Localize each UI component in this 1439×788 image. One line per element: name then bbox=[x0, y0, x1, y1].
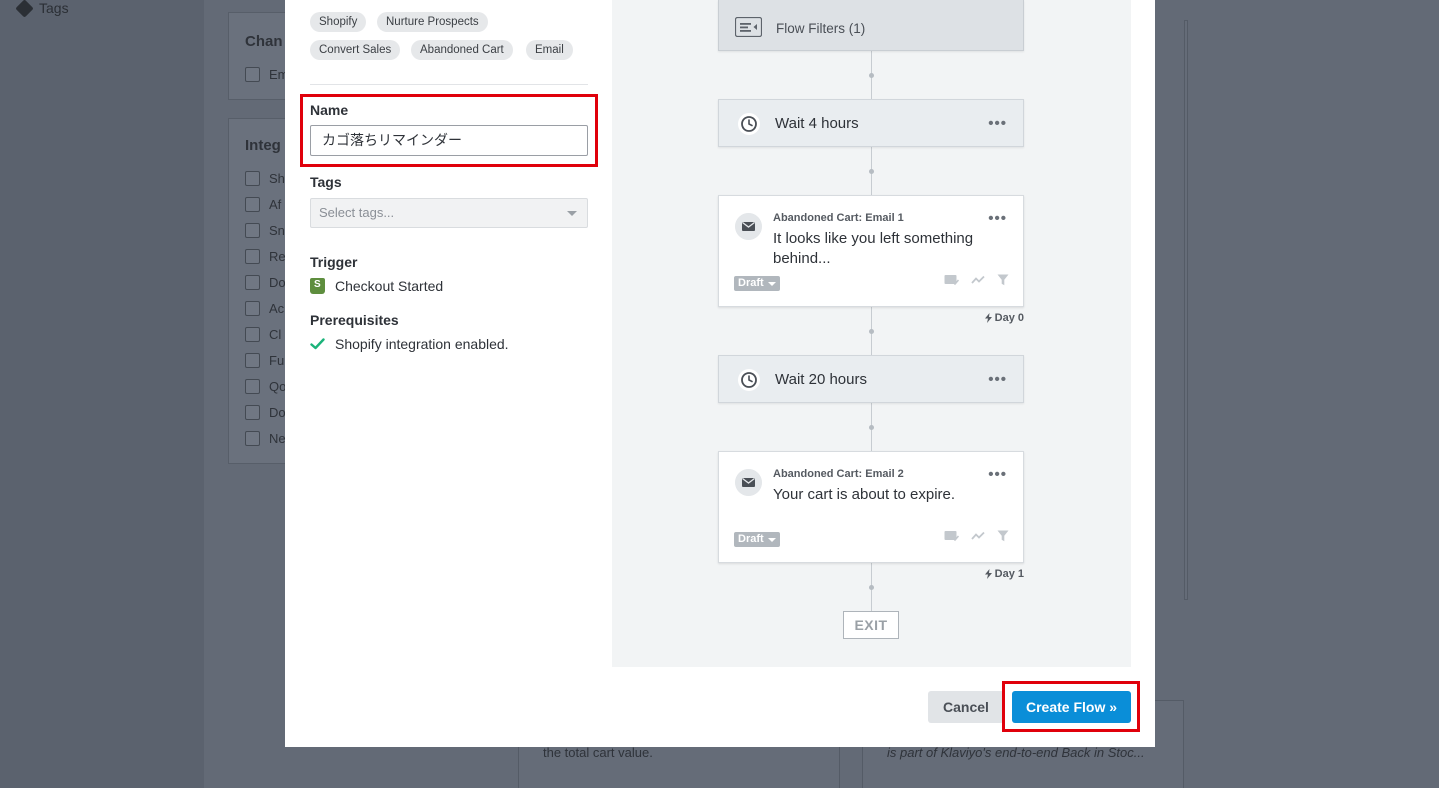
status-badge[interactable]: Draft bbox=[734, 532, 780, 547]
filter-label: Sn bbox=[269, 223, 285, 238]
smart-sending-icon[interactable] bbox=[944, 530, 959, 542]
background-sidebar: Tags bbox=[0, 0, 204, 788]
card-description: is part of Klaviyo's end-to-end Back in … bbox=[887, 745, 1145, 760]
caret-down-icon bbox=[567, 211, 577, 216]
more-options-icon[interactable]: ••• bbox=[988, 467, 1007, 482]
clock-icon bbox=[738, 369, 760, 391]
lightning-icon bbox=[984, 569, 992, 579]
flow-filters-label: Flow Filters (1) bbox=[776, 21, 866, 36]
filter-checkbox[interactable] bbox=[245, 327, 260, 342]
flow-connector-dot bbox=[869, 585, 874, 590]
status-badge[interactable]: Draft bbox=[734, 276, 780, 291]
filter-label: Fu bbox=[269, 353, 285, 368]
flow-filters-node[interactable]: Flow Filters (1) bbox=[718, 0, 1024, 51]
tag-icon bbox=[15, 0, 34, 18]
email-name: Abandoned Cart: Email 1 bbox=[773, 212, 904, 224]
tags-placeholder: Select tags... bbox=[319, 205, 395, 220]
chip-abandoned-cart: Abandoned Cart bbox=[411, 40, 513, 60]
chip-email: Email bbox=[526, 40, 573, 60]
day-marker: Day 1 bbox=[984, 568, 1024, 580]
tags-select[interactable]: Select tags... bbox=[310, 198, 588, 228]
more-options-icon[interactable]: ••• bbox=[988, 116, 1007, 131]
filter-label: Sh bbox=[269, 171, 285, 186]
filter-checkbox[interactable] bbox=[245, 431, 260, 446]
filter-checkbox[interactable] bbox=[245, 301, 260, 316]
envelope-icon bbox=[735, 213, 762, 240]
filter-icon[interactable] bbox=[997, 274, 1009, 286]
prerequisite-row: Shopify integration enabled. bbox=[310, 336, 509, 352]
filter-checkbox[interactable] bbox=[245, 353, 260, 368]
lightning-icon bbox=[984, 313, 992, 323]
name-label: Name bbox=[310, 102, 349, 118]
tags-label: Tags bbox=[310, 174, 342, 190]
flow-connector-dot bbox=[869, 329, 874, 334]
email-name: Abandoned Cart: Email 2 bbox=[773, 468, 904, 480]
time-delay-label: Wait 4 hours bbox=[775, 115, 859, 132]
filter-label: Ne bbox=[269, 431, 286, 446]
create-flow-modal: Shopify Nurture Prospects Convert Sales … bbox=[285, 0, 1155, 747]
sidebar-tags-label: Tags bbox=[39, 0, 69, 16]
chip-nurture-prospects: Nurture Prospects bbox=[377, 12, 488, 32]
filter-label: Af bbox=[269, 197, 282, 212]
flow-name-input[interactable]: カゴ落ちリマインダー bbox=[310, 125, 588, 156]
shopify-bag-icon bbox=[310, 278, 325, 294]
filter-label: Re bbox=[269, 249, 286, 264]
filter-checkbox[interactable] bbox=[245, 379, 260, 394]
trend-icon[interactable] bbox=[971, 275, 985, 285]
filter-checkbox[interactable] bbox=[245, 223, 260, 238]
smart-sending-icon[interactable] bbox=[944, 274, 959, 286]
day-label: Day 0 bbox=[994, 312, 1024, 324]
trigger-row: Checkout Started bbox=[310, 278, 443, 294]
time-delay-label: Wait 20 hours bbox=[775, 371, 867, 388]
filter-icon[interactable] bbox=[997, 530, 1009, 542]
more-options-icon[interactable]: ••• bbox=[988, 211, 1007, 226]
trend-icon[interactable] bbox=[971, 531, 985, 541]
filter-checkbox[interactable] bbox=[245, 249, 260, 264]
time-delay-node[interactable]: Wait 4 hours ••• bbox=[718, 99, 1024, 147]
email-node[interactable]: Abandoned Cart: Email 1 It looks like yo… bbox=[718, 195, 1024, 307]
time-delay-node[interactable]: Wait 20 hours ••• bbox=[718, 355, 1024, 403]
trigger-value: Checkout Started bbox=[335, 278, 444, 294]
envelope-icon bbox=[735, 469, 762, 496]
filter-checkbox[interactable] bbox=[245, 275, 260, 290]
divider bbox=[310, 84, 588, 85]
flow-connector-dot bbox=[869, 169, 874, 174]
trigger-label: Trigger bbox=[310, 254, 358, 270]
day-marker: Day 0 bbox=[984, 312, 1024, 324]
email-tools bbox=[944, 530, 1009, 542]
sidebar-item-tags[interactable]: Tags bbox=[15, 0, 69, 18]
background-card-edge bbox=[1184, 20, 1188, 600]
email-subject: It looks like you left something behind.… bbox=[773, 230, 974, 267]
more-options-icon[interactable]: ••• bbox=[988, 372, 1007, 387]
filter-checkbox[interactable] bbox=[245, 171, 260, 186]
email-node[interactable]: Abandoned Cart: Email 2 Your cart is abo… bbox=[718, 451, 1024, 563]
flow-connector-dot bbox=[869, 425, 874, 430]
filter-label: Do bbox=[269, 405, 286, 420]
chip-shopify: Shopify bbox=[310, 12, 367, 32]
clock-icon bbox=[738, 113, 760, 135]
prerequisites-label: Prerequisites bbox=[310, 312, 399, 328]
filter-label: Ac bbox=[269, 301, 285, 316]
chip-convert-sales: Convert Sales bbox=[310, 40, 401, 60]
email-subject: Your cart is about to expire. bbox=[773, 486, 956, 503]
filter-checkbox[interactable] bbox=[245, 405, 260, 420]
card-description: the total cart value. bbox=[543, 745, 653, 760]
email-tools bbox=[944, 274, 1009, 286]
panel-title: Integ bbox=[245, 137, 281, 154]
prerequisite-value: Shopify integration enabled. bbox=[335, 336, 509, 352]
filter-label: Do bbox=[269, 275, 286, 290]
filter-label: Qo bbox=[269, 379, 287, 394]
filter-list-icon bbox=[735, 17, 762, 37]
filter-checkbox[interactable] bbox=[245, 197, 260, 212]
flow-exit-node: EXIT bbox=[843, 611, 899, 639]
filter-label: Cl bbox=[269, 327, 282, 342]
flow-connector-dot bbox=[869, 73, 874, 78]
create-flow-button[interactable]: Create Flow » bbox=[1012, 691, 1131, 723]
day-label: Day 1 bbox=[994, 568, 1024, 580]
filter-checkbox[interactable] bbox=[245, 67, 260, 82]
cancel-button[interactable]: Cancel bbox=[928, 691, 1004, 723]
flow-preview-canvas: Flow Filters (1) Wait 4 hours ••• Abando… bbox=[612, 0, 1131, 667]
panel-title: Chan bbox=[245, 33, 283, 50]
checkmark-icon bbox=[310, 338, 325, 350]
